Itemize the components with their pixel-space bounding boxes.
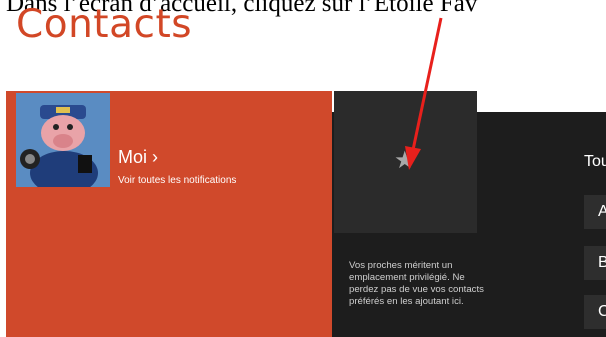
- star-icon[interactable]: ★: [394, 149, 416, 173]
- letter-tile-c[interactable]: C: [584, 295, 606, 329]
- favorites-tile[interactable]: ★: [334, 91, 477, 233]
- favorites-description: Vos proches méritent un emplacement priv…: [349, 260, 484, 307]
- notifications-link[interactable]: Voir toutes les notifications: [118, 175, 236, 186]
- all-contacts-label: Tou: [584, 153, 606, 170]
- me-label[interactable]: Moi ›: [118, 147, 158, 168]
- me-tile[interactable]: Moi › Voir toutes les notifications: [6, 91, 332, 337]
- app-title: Contacts: [16, 2, 193, 47]
- letter-tile-b[interactable]: B: [584, 246, 606, 280]
- letter-tile-a[interactable]: A: [584, 195, 606, 229]
- avatar[interactable]: [16, 93, 110, 187]
